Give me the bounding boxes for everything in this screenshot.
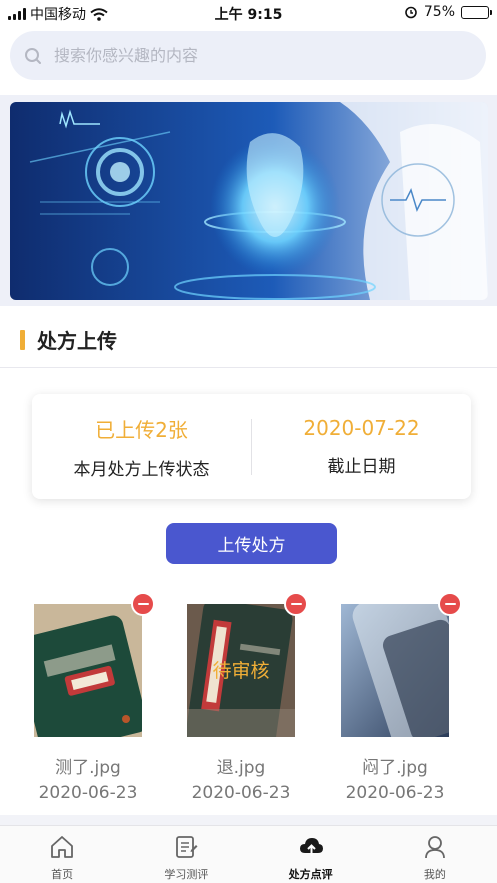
- file-thumbnail[interactable]: [34, 604, 142, 737]
- banner-image[interactable]: [10, 102, 488, 300]
- file-item[interactable]: 待审核 退.jpg 2020-06-23: [171, 592, 311, 803]
- battery-percent: 75%: [423, 4, 455, 20]
- file-thumbnail[interactable]: 待审核: [187, 604, 295, 737]
- upload-count-column: 已上传2张 本月处方上传状态: [32, 414, 251, 480]
- prescription-photo: [34, 604, 142, 737]
- tab-bar: 首页 学习测评 处方点评 我的: [0, 825, 497, 883]
- user-icon: [424, 836, 445, 859]
- upload-count-label: 本月处方上传状态: [73, 459, 210, 480]
- clipboard-icon: [176, 836, 198, 858]
- home-icon: [51, 836, 74, 858]
- tab-home[interactable]: 首页: [0, 826, 124, 883]
- file-item[interactable]: 测了.jpg 2020-06-23: [18, 592, 158, 803]
- upload-status-card: 已上传2张 本月处方上传状态 2020-07-22 截止日期: [32, 394, 471, 499]
- tab-label: 处方点评: [288, 868, 333, 881]
- tab-study-assessment[interactable]: 学习测评: [124, 826, 248, 883]
- file-status: 待审核: [212, 660, 270, 682]
- deadline-column: 2020-07-22 截止日期: [252, 416, 471, 477]
- section-accent-bar: [20, 329, 25, 350]
- prescription-photo: [341, 604, 449, 737]
- file-date: 2020-06-23: [345, 783, 445, 803]
- tab-label: 学习测评: [164, 868, 209, 881]
- file-item[interactable]: 闷了.jpg 2020-06-23: [325, 592, 465, 803]
- deadline-label: 截止日期: [327, 457, 396, 477]
- alarm-icon: [405, 6, 417, 19]
- file-name: 测了.jpg: [55, 758, 121, 778]
- file-date: 2020-06-23: [38, 783, 138, 803]
- cloud-upload-icon: [299, 838, 323, 856]
- remove-file-button[interactable]: [131, 592, 155, 616]
- file-date: 2020-06-23: [191, 783, 291, 803]
- tab-label: 首页: [51, 868, 74, 881]
- remove-file-button[interactable]: [284, 592, 308, 616]
- search-icon: [25, 47, 41, 64]
- tab-profile[interactable]: 我的: [373, 826, 497, 883]
- upload-count-value: 已上传2张: [95, 417, 188, 442]
- file-name: 闷了.jpg: [362, 758, 428, 778]
- upload-prescription-button[interactable]: 上传处方: [166, 523, 337, 564]
- deadline-value: 2020-07-22: [303, 416, 420, 440]
- tab-prescription-review[interactable]: 处方点评: [249, 826, 373, 883]
- status-bar: 中国移动 上午 9:15 75%: [0, 0, 497, 26]
- bottom-divider: [0, 815, 497, 825]
- search-bar[interactable]: [10, 31, 486, 80]
- search-input[interactable]: [54, 46, 434, 65]
- file-thumbnail[interactable]: [341, 604, 449, 737]
- tab-label: 我的: [423, 868, 446, 881]
- file-name: 退.jpg: [216, 758, 266, 778]
- section-title: 处方上传: [37, 329, 117, 353]
- medical-hologram-illustration: [10, 102, 488, 300]
- battery-icon: [461, 5, 492, 19]
- section-header: 处方上传: [0, 312, 497, 368]
- remove-file-button[interactable]: [438, 592, 462, 616]
